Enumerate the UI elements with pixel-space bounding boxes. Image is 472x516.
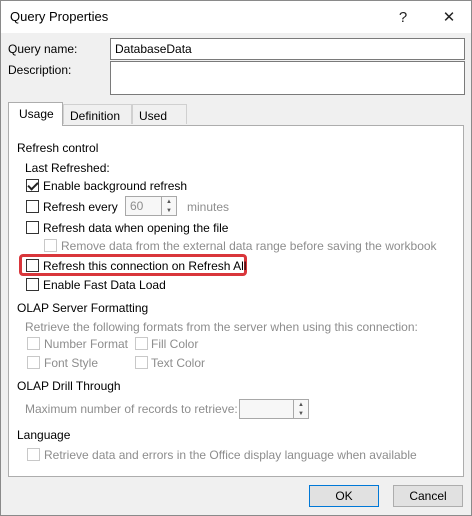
query-name-input[interactable]: DatabaseData: [110, 38, 465, 60]
refresh-all-checkbox[interactable]: [26, 259, 39, 272]
description-label: Description:: [8, 63, 72, 77]
help-button[interactable]: ?: [381, 1, 425, 33]
language-checkbox: [27, 448, 40, 461]
number-format-checkbox: [27, 337, 40, 350]
spin-down-icon[interactable]: ▼: [161, 206, 176, 215]
refresh-minutes-value: 60: [130, 199, 144, 213]
olap-formatting-description: Retrieve the following formats from the …: [25, 320, 418, 334]
olap-drill-heading: OLAP Drill Through: [17, 379, 121, 393]
remove-data-label: Remove data from the external data range…: [61, 239, 437, 253]
fast-load-checkbox[interactable]: [26, 278, 39, 291]
tab-used-in[interactable]: Used In: [132, 104, 187, 137]
text-color-checkbox: [135, 356, 148, 369]
font-style-label: Font Style: [44, 356, 99, 370]
language-label: Retrieve data and errors in the Office d…: [44, 448, 417, 462]
spin-up-icon[interactable]: ▲: [161, 197, 176, 206]
refresh-on-open-checkbox[interactable]: [26, 221, 39, 234]
font-style-checkbox: [27, 356, 40, 369]
tab-definition[interactable]: Definition: [63, 104, 132, 124]
fill-color-label: Fill Color: [151, 337, 199, 351]
last-refreshed-label: Last Refreshed:: [25, 161, 110, 175]
text-color-label: Text Color: [151, 356, 206, 370]
refresh-control-heading: Refresh control: [17, 141, 99, 155]
title-bar: Query Properties ? ✕: [1, 1, 471, 33]
close-icon[interactable]: ✕: [427, 1, 471, 33]
spin-down-icon: ▼: [293, 409, 308, 418]
max-records-stepper: ▲ ▼: [239, 399, 309, 419]
fast-load-label: Enable Fast Data Load: [43, 278, 166, 292]
olap-formatting-heading: OLAP Server Formatting: [17, 301, 149, 315]
dialog-title: Query Properties: [10, 9, 109, 24]
ok-button[interactable]: OK: [309, 485, 379, 507]
refresh-every-label: Refresh every: [43, 200, 118, 214]
description-input[interactable]: [110, 61, 465, 95]
background-refresh-label: Enable background refresh: [43, 179, 188, 193]
refresh-every-checkbox[interactable]: [26, 200, 39, 213]
language-heading: Language: [17, 428, 71, 442]
refresh-on-open-label: Refresh data when opening the file: [43, 221, 229, 235]
number-format-label: Number Format: [44, 337, 129, 351]
tab-usage[interactable]: Usage: [8, 102, 63, 126]
refresh-minutes-stepper[interactable]: 60 ▲ ▼: [125, 196, 177, 216]
query-properties-dialog: Query Properties ? ✕ Query name: Databas…: [0, 0, 472, 516]
max-records-label: Maximum number of records to retrieve:: [25, 402, 238, 416]
query-name-label: Query name:: [8, 42, 78, 56]
fill-color-checkbox: [135, 337, 148, 350]
cancel-button[interactable]: Cancel: [393, 485, 463, 507]
background-refresh-checkbox[interactable]: [26, 179, 39, 192]
refresh-all-label: Refresh this connection on Refresh All: [43, 259, 247, 273]
remove-data-checkbox: [44, 239, 57, 252]
minutes-label: minutes: [187, 200, 230, 214]
spin-up-icon: ▲: [293, 400, 308, 409]
